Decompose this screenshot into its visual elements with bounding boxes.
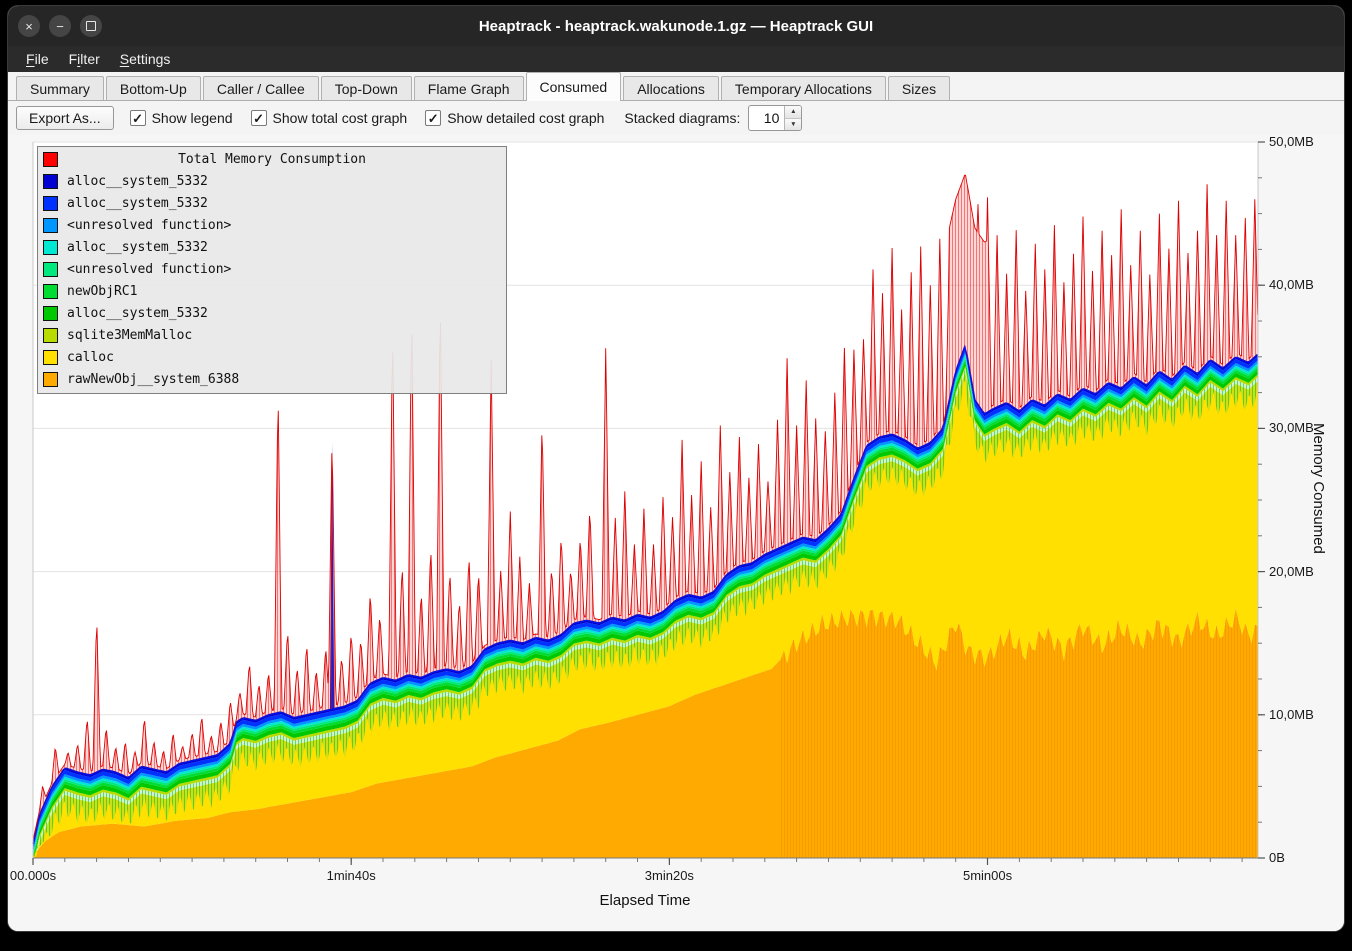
legend-title-row: Total Memory Consumption: [38, 148, 506, 170]
menubar: FileFilterSettings: [8, 46, 1344, 72]
checkbox-label: Show legend: [152, 110, 233, 126]
tab-bar: SummaryBottom-UpCaller / CalleeTop-DownF…: [8, 72, 1344, 101]
legend-swatch: [43, 240, 58, 255]
spinbox-up-button[interactable]: ▲: [785, 106, 801, 119]
y-axis-title: Memory Consumed: [1310, 423, 1327, 554]
minimize-icon: −: [56, 20, 64, 33]
checkbox-show-legend-box[interactable]: ✓: [130, 110, 146, 126]
legend-swatch: [43, 284, 58, 299]
stacked-diagrams-label: Stacked diagrams:: [624, 110, 740, 126]
x-tick-label: 1min40s: [327, 868, 376, 883]
close-button[interactable]: ×: [18, 15, 40, 37]
legend-swatch: [43, 350, 58, 365]
legend-item: <unresolved function>: [38, 214, 506, 236]
checkbox-label: Show total cost graph: [273, 110, 408, 126]
chart-area: Total Memory Consumption alloc__system_53…: [8, 135, 1344, 931]
tab-sizes[interactable]: Sizes: [888, 76, 950, 100]
tab-top-down[interactable]: Top-Down: [321, 76, 412, 100]
legend-item-label: sqlite3MemMalloc: [67, 328, 192, 343]
spinbox-value: 10: [749, 106, 784, 130]
legend-item-label: rawNewObj__system_6388: [67, 372, 239, 387]
window-title: Heaptrack - heaptrack.wakunode.1.gz — He…: [8, 18, 1344, 35]
legend-swatch: [43, 328, 58, 343]
maximize-icon: [86, 21, 96, 31]
checkbox-show-detailed-cost-graph-box[interactable]: ✓: [425, 110, 441, 126]
menu-file[interactable]: File: [16, 48, 59, 70]
legend-swatch: [43, 218, 58, 233]
legend-item-label: calloc: [67, 350, 114, 365]
legend-item-label: alloc__system_5332: [67, 240, 208, 255]
tab-flame-graph[interactable]: Flame Graph: [414, 76, 524, 100]
spinbox-buttons: ▲ ▼: [784, 106, 801, 130]
legend-swatch: [43, 174, 58, 189]
tab-allocations[interactable]: Allocations: [623, 76, 719, 100]
titlebar[interactable]: × − Heaptrack - heaptrack.wakunode.1.gz …: [8, 6, 1344, 46]
legend-item: <unresolved function>: [38, 258, 506, 280]
y-tick-label: 0B: [1269, 850, 1285, 865]
menu-filter[interactable]: Filter: [59, 48, 110, 70]
desktop-background: × − Heaptrack - heaptrack.wakunode.1.gz …: [0, 0, 1352, 951]
heaptrack-window: × − Heaptrack - heaptrack.wakunode.1.gz …: [8, 6, 1344, 931]
export-as-button[interactable]: Export As...: [16, 106, 114, 130]
legend-item-label: alloc__system_5332: [67, 196, 208, 211]
legend-swatch: [43, 306, 58, 321]
legend-title: Total Memory Consumption: [38, 152, 506, 167]
menu-settings[interactable]: Settings: [110, 48, 181, 70]
legend-item: alloc__system_5332: [38, 302, 506, 324]
legend-item-label: alloc__system_5332: [67, 174, 208, 189]
tab-consumed[interactable]: Consumed: [526, 72, 622, 101]
checkbox-group: ✓ Show legend ✓ Show total cost graph ✓ Show …: [130, 110, 605, 126]
y-tick-label: 10,0MB: [1269, 707, 1314, 722]
y-tick-label: 50,0MB: [1269, 134, 1314, 149]
tab-bottom-up[interactable]: Bottom-Up: [106, 76, 201, 100]
chart-legend: Total Memory Consumption alloc__system_53…: [37, 146, 507, 394]
tab-summary[interactable]: Summary: [16, 76, 104, 100]
close-icon: ×: [25, 20, 33, 33]
window-controls: × −: [18, 6, 102, 46]
legend-item-label: newObjRC1: [67, 284, 137, 299]
legend-item: newObjRC1: [38, 280, 506, 302]
legend-item: calloc: [38, 346, 506, 368]
legend-item-label: alloc__system_5332: [67, 306, 208, 321]
legend-item: rawNewObj__system_6388: [38, 368, 506, 390]
y-tick-label: 20,0MB: [1269, 564, 1314, 579]
checkbox-label: Show detailed cost graph: [447, 110, 604, 126]
x-tick-label: 00.000s: [10, 868, 56, 883]
tab-caller-callee[interactable]: Caller / Callee: [203, 76, 319, 100]
legend-swatch: [43, 372, 58, 387]
x-axis-title: Elapsed Time: [600, 892, 691, 909]
checkbox-show-total-cost-graph-box[interactable]: ✓: [251, 110, 267, 126]
legend-item: alloc__system_5332: [38, 170, 506, 192]
spinbox-down-button[interactable]: ▼: [785, 119, 801, 131]
y-tick-label: 30,0MB: [1269, 420, 1314, 435]
toolbar: Export As... ✓ Show legend ✓ Show total cos…: [8, 101, 1344, 135]
legend-swatch: [43, 262, 58, 277]
checkbox-show-detailed-cost-graph[interactable]: ✓ Show detailed cost graph: [425, 110, 604, 126]
legend-item: sqlite3MemMalloc: [38, 324, 506, 346]
maximize-button[interactable]: [80, 15, 102, 37]
tab-temporary-allocations[interactable]: Temporary Allocations: [721, 76, 886, 100]
y-tick-label: 40,0MB: [1269, 277, 1314, 292]
legend-item-label: <unresolved function>: [67, 218, 231, 233]
legend-item: alloc__system_5332: [38, 236, 506, 258]
checkbox-show-legend[interactable]: ✓ Show legend: [130, 110, 233, 126]
stacked-diagrams-spinbox[interactable]: 10 ▲ ▼: [748, 105, 802, 131]
x-tick-label: 5min00s: [963, 868, 1012, 883]
legend-swatch: [43, 196, 58, 211]
x-tick-label: 3min20s: [645, 868, 694, 883]
checkbox-show-total-cost-graph[interactable]: ✓ Show total cost graph: [251, 110, 408, 126]
legend-item-label: <unresolved function>: [67, 262, 231, 277]
minimize-button[interactable]: −: [49, 15, 71, 37]
legend-item: alloc__system_5332: [38, 192, 506, 214]
